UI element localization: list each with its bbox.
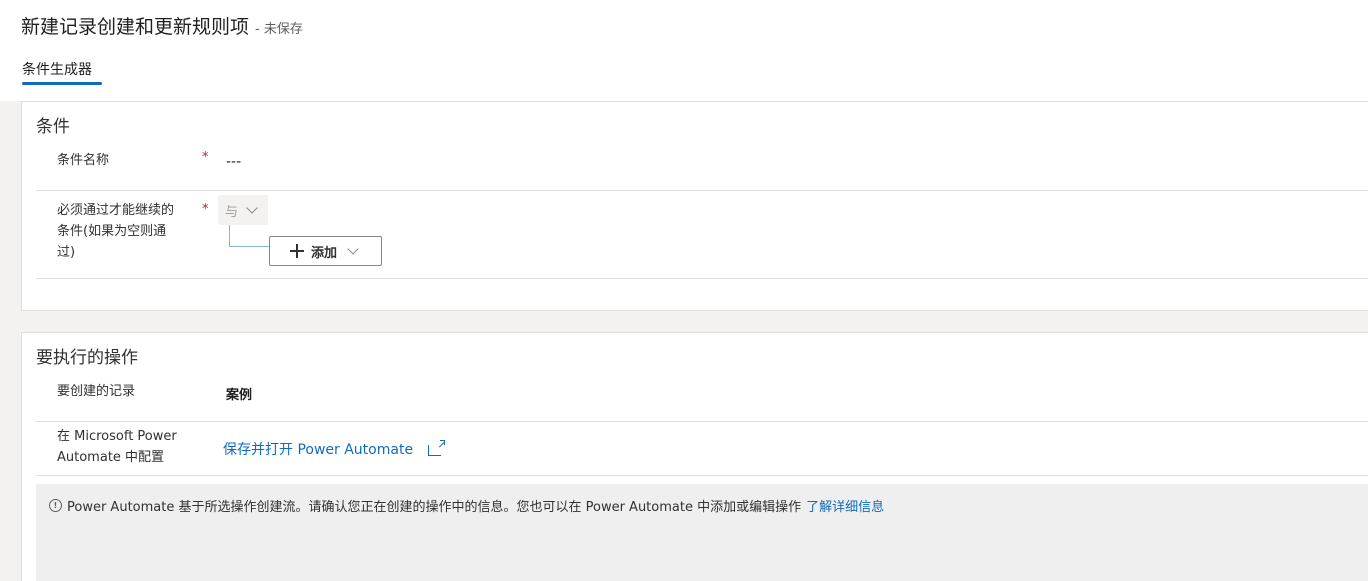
condition-name-label: 条件名称 <box>57 153 110 168</box>
plus-icon <box>290 244 304 258</box>
must-pass-label: 必须通过才能继续的 条件(如果为空则通 过) <box>57 200 174 263</box>
must-pass-row: 必须通过才能继续的 条件(如果为空则通 过) * 与 添加 <box>36 191 1368 279</box>
record-to-create-row: 要创建的记录 案例 <box>36 371 1368 422</box>
learn-more-link[interactable]: 了解详细信息 <box>806 496 884 515</box>
open-power-automate-link[interactable]: 保存并打开 Power Automate <box>223 439 446 459</box>
configure-label: 在 Microsoft Power Automate 中配置 <box>57 426 177 468</box>
configure-label-line2: Automate 中配置 <box>57 450 165 465</box>
configure-label-line1: 在 Microsoft Power <box>57 429 177 444</box>
tab-condition-builder[interactable]: 条件生成器 <box>22 59 92 79</box>
add-button-label: 添加 <box>311 245 338 261</box>
chevron-down-icon <box>246 202 258 214</box>
open-power-automate-label: 保存并打开 Power Automate <box>223 442 414 458</box>
page-title: 新建记录创建和更新规则项 <box>21 16 250 38</box>
tree-connector-horizontal <box>229 246 269 247</box>
external-link-icon <box>428 440 446 456</box>
actions-section: 要执行的操作 要创建的记录 案例 在 Microsoft Power Autom… <box>21 332 1368 581</box>
operator-dropdown[interactable]: 与 <box>218 195 268 225</box>
page: 新建记录创建和更新规则项 - 未保存 条件生成器 条件 条件名称 * --- 必… <box>0 0 1368 581</box>
info-message: ! Power Automate 基于所选操作创建流。请确认您正在创建的操作中的… <box>49 496 884 515</box>
must-pass-label-line3: 过) <box>57 245 76 260</box>
required-indicator: * <box>202 150 209 165</box>
info-text: Power Automate 基于所选操作创建流。请确认您正在创建的操作中的信息… <box>67 500 802 515</box>
must-pass-label-line2: 条件(如果为空则通 <box>57 224 167 239</box>
must-pass-label-line1: 必须通过才能继续的 <box>57 203 175 218</box>
title-row: 新建记录创建和更新规则项 - 未保存 <box>21 12 303 39</box>
info-icon: ! <box>49 499 62 512</box>
record-to-create-value: 案例 <box>226 388 253 403</box>
required-indicator: * <box>202 202 209 217</box>
operator-value: 与 <box>225 204 239 220</box>
tree-connector-vertical <box>229 225 230 246</box>
tab-selected-indicator <box>22 82 102 85</box>
condition-name-input[interactable]: --- <box>226 154 241 170</box>
configure-row: 在 Microsoft Power Automate 中配置 保存并打开 Pow… <box>36 422 1368 476</box>
add-button[interactable]: 添加 <box>269 236 382 266</box>
chevron-down-icon <box>347 243 359 255</box>
info-box: ! Power Automate 基于所选操作创建流。请确认您正在创建的操作中的… <box>36 484 1368 581</box>
conditions-section-title: 条件 <box>36 117 70 137</box>
record-to-create-label: 要创建的记录 <box>57 384 136 399</box>
save-state: - 未保存 <box>255 22 303 37</box>
header: 新建记录创建和更新规则项 - 未保存 条件生成器 <box>0 0 1368 101</box>
condition-name-row: 条件名称 * --- <box>36 140 1368 191</box>
actions-section-title: 要执行的操作 <box>36 348 138 368</box>
conditions-section: 条件 条件名称 * --- 必须通过才能继续的 条件(如果为空则通 过) * 与… <box>21 101 1368 311</box>
